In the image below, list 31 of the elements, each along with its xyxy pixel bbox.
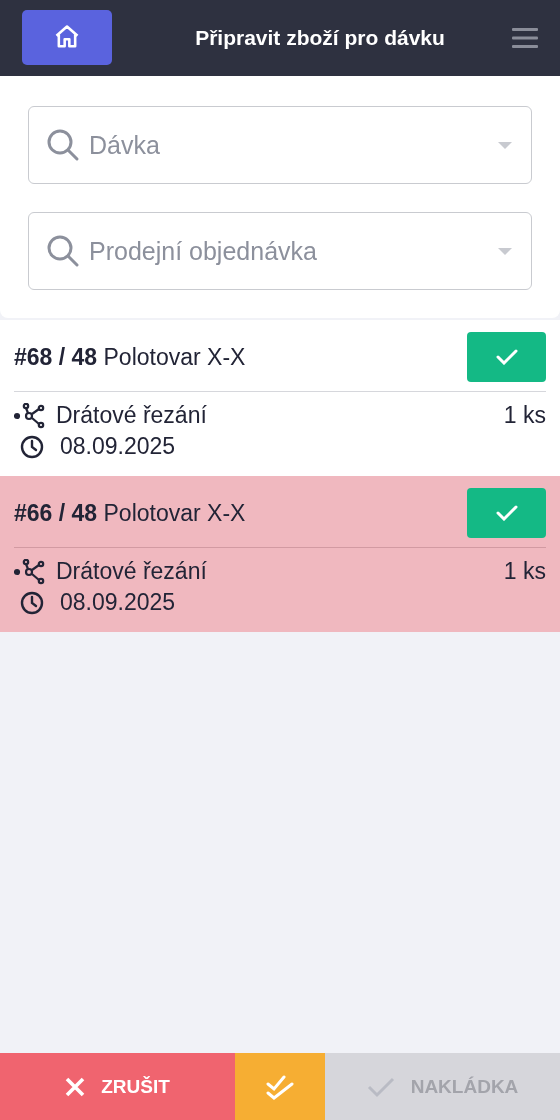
check-icon — [366, 1075, 395, 1098]
operation-name: Drátové řezání — [56, 558, 207, 585]
check-all-button[interactable] — [235, 1053, 325, 1120]
confirm-button[interactable] — [467, 488, 546, 538]
confirm-button[interactable] — [467, 332, 546, 382]
caret-icon — [498, 142, 512, 150]
close-icon — [65, 1076, 86, 1097]
date-value: 08.09.2025 — [60, 589, 176, 616]
menu-icon[interactable] — [512, 27, 538, 49]
item-title: #66 / 48 Polotovar X-X — [14, 499, 246, 527]
search-dropdown[interactable]: Prodejní objednávka — [28, 212, 532, 290]
network-icon — [14, 402, 46, 429]
clock-icon — [20, 590, 44, 615]
search-dropdown[interactable]: Dávka — [28, 106, 532, 184]
cancel-button[interactable]: ZRUŠIT — [0, 1053, 235, 1120]
clock-icon — [20, 434, 44, 459]
home-button[interactable] — [22, 9, 112, 65]
check-icon — [495, 505, 518, 521]
search-icon — [46, 234, 80, 268]
operation-name: Drátové řezání — [56, 402, 207, 429]
caret-icon — [498, 248, 512, 256]
quantity-value: 1 ks — [503, 558, 546, 585]
item-title: #68 / 48 Polotovar X-X — [14, 343, 246, 371]
quantity-value: 1 ks — [503, 402, 546, 429]
home-icon — [53, 23, 81, 51]
network-icon — [14, 558, 46, 585]
search-icon — [46, 128, 80, 162]
date-value: 08.09.2025 — [60, 433, 176, 460]
check-icon — [495, 349, 518, 365]
double-check-icon — [266, 1073, 294, 1100]
page-title: Připravit zboží pro dávku — [194, 26, 446, 50]
